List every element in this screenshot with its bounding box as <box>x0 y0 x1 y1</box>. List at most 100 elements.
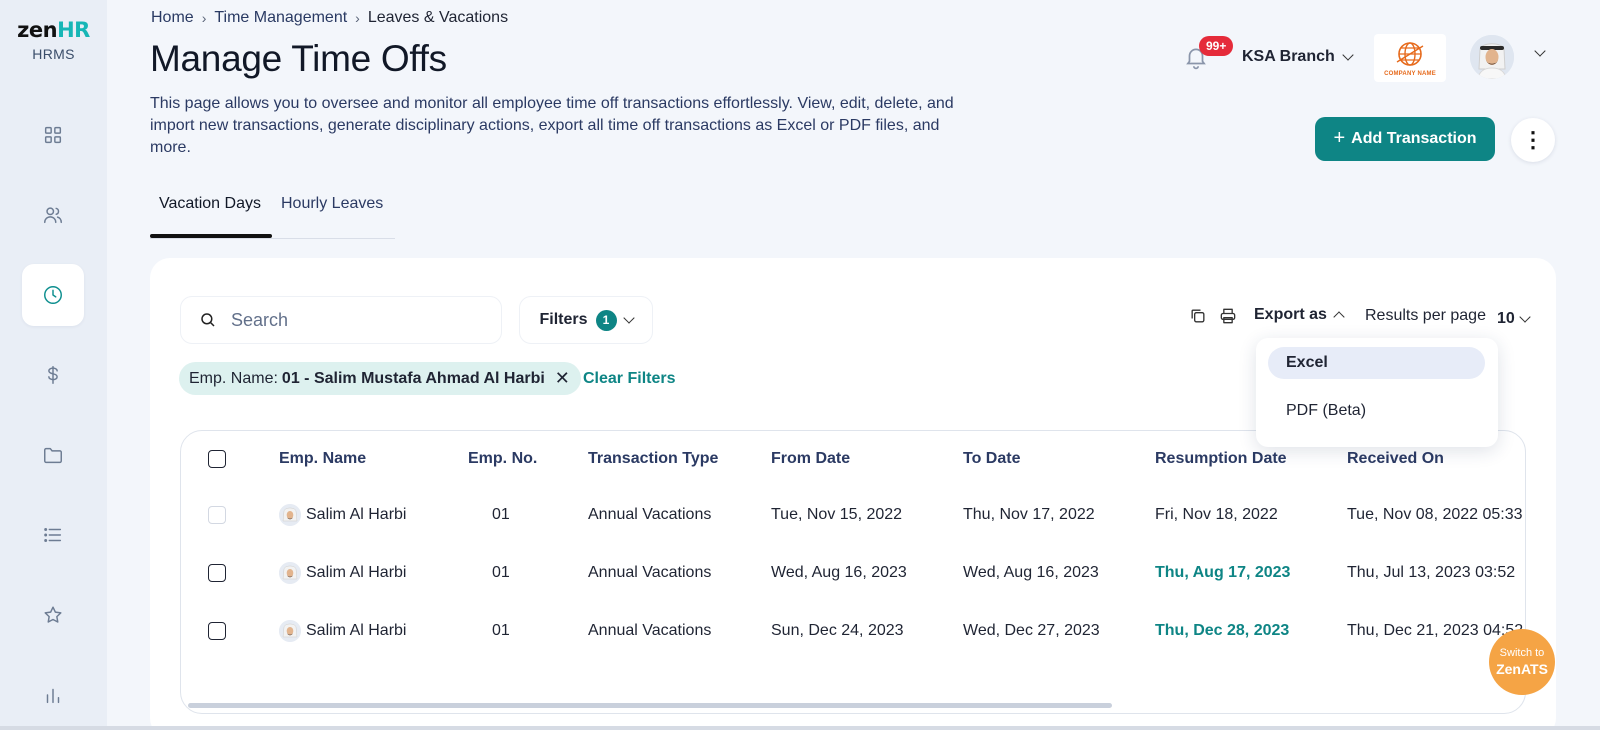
chevron-down-icon <box>622 311 635 324</box>
copy-button[interactable] <box>1188 306 1208 326</box>
results-per-page-select[interactable]: 10 <box>1497 310 1531 328</box>
chevron-down-icon <box>1342 48 1354 61</box>
table-row[interactable]: Salim Al Harbi 01 Annual Vacations Tue, … <box>181 487 1525 543</box>
employee-name[interactable]: Salim Al Harbi <box>306 506 406 524</box>
breadcrumb-current: Leaves & Vacations <box>367 9 509 26</box>
switch-to-zenats-button[interactable]: Switch to ZenATS <box>1489 629 1555 695</box>
employee-avatar <box>279 504 301 526</box>
search-icon <box>201 313 215 327</box>
select-all-checkbox[interactable] <box>208 450 226 468</box>
chevron-right-icon: › <box>355 10 360 26</box>
zenats-label: ZenATS <box>1496 661 1548 677</box>
tab-hourly-leaves[interactable]: Hourly Leaves <box>281 195 383 213</box>
filters-button[interactable]: Filters 1 <box>519 296 653 344</box>
print-button[interactable] <box>1218 306 1238 326</box>
printer-icon <box>1220 308 1236 324</box>
employee-number: 01 <box>492 622 510 639</box>
employee-avatar <box>279 620 301 642</box>
transaction-type: Annual Vacations <box>588 564 712 581</box>
bar-chart-icon <box>46 688 60 704</box>
column-from-date[interactable]: From Date <box>771 450 850 468</box>
to-date: Wed, Dec 27, 2023 <box>963 622 1100 639</box>
sidebar-item-employees[interactable] <box>22 184 84 246</box>
export-excel-option[interactable]: Excel <box>1268 347 1485 379</box>
branch-selector[interactable]: KSA Branch <box>1242 48 1354 66</box>
resumption-date: Thu, Aug 17, 2023 <box>1155 564 1291 581</box>
filters-label: Filters <box>539 311 588 328</box>
table-row[interactable]: Salim Al Harbi 01 Annual Vacations Sun, … <box>181 603 1525 659</box>
sidebar-item-dashboard[interactable] <box>22 104 84 166</box>
received-on: Thu, Dec 21, 2023 04:52 <box>1347 622 1524 639</box>
more-options-button[interactable]: ⋮ <box>1511 118 1555 162</box>
tabs: Vacation Days Hourly Leaves <box>150 195 395 239</box>
tab-vacation-days[interactable]: Vacation Days <box>159 195 261 213</box>
sidebar-item-time-management[interactable] <box>22 264 84 326</box>
employee-number: 01 <box>492 506 510 523</box>
search-box[interactable] <box>180 296 502 344</box>
page-description: This page allows you to oversee and moni… <box>150 95 954 156</box>
company-logo: COMPANY NAME <box>1374 34 1446 82</box>
employee-name[interactable]: Salim Al Harbi <box>306 564 406 582</box>
resumption-date: Thu, Dec 28, 2023 <box>1155 622 1290 639</box>
column-transaction-type[interactable]: Transaction Type <box>588 450 718 468</box>
column-emp-name[interactable]: Emp. Name <box>279 450 366 468</box>
sidebar-item-reports[interactable] <box>22 664 84 726</box>
account-menu-chevron-icon[interactable] <box>1534 45 1546 57</box>
row-checkbox[interactable] <box>208 622 226 640</box>
breadcrumb-home[interactable]: Home <box>151 9 194 27</box>
sidebar-item-lists[interactable] <box>22 504 84 566</box>
transaction-type: Annual Vacations <box>588 622 712 639</box>
search-input[interactable] <box>231 309 481 331</box>
row-checkbox[interactable] <box>208 564 226 582</box>
branch-label: KSA Branch <box>1242 48 1335 65</box>
add-transaction-button[interactable]: + Add Transaction <box>1315 117 1495 161</box>
sidebar-item-payroll[interactable] <box>22 344 84 406</box>
results-per-page-label: Results per page <box>1365 307 1486 324</box>
user-avatar[interactable] <box>1470 35 1514 79</box>
transaction-type: Annual Vacations <box>588 506 712 523</box>
page-title: Manage Time Offs <box>150 38 447 79</box>
export-pdf-option[interactable]: PDF (Beta) <box>1268 395 1485 427</box>
breadcrumb: Home › Time Management › Leaves & Vacati… <box>151 9 508 27</box>
to-date: Thu, Nov 17, 2022 <box>963 506 1095 523</box>
export-as-button[interactable]: Export as <box>1254 306 1345 324</box>
brand-logo[interactable]: zenHR HRMS <box>0 18 107 62</box>
brand-zen: zen <box>17 18 58 42</box>
column-received-on[interactable]: Received On <box>1347 450 1444 468</box>
table-row[interactable]: Salim Al Harbi 01 Annual Vacations Wed, … <box>181 545 1525 601</box>
kebab-icon: ⋮ <box>1522 127 1544 152</box>
star-icon <box>44 606 62 623</box>
clear-filters-link[interactable]: Clear Filters <box>583 370 675 388</box>
grid-icon <box>44 126 62 144</box>
folder-icon <box>44 447 62 464</box>
active-tab-indicator <box>150 234 272 238</box>
page-bottom-edge <box>0 726 1600 730</box>
user-photo <box>1470 35 1514 79</box>
from-date: Wed, Aug 16, 2023 <box>771 564 907 581</box>
column-to-date[interactable]: To Date <box>963 450 1020 468</box>
filters-count-badge: 1 <box>595 309 617 331</box>
breadcrumb-time-management[interactable]: Time Management <box>214 9 347 27</box>
clock-icon <box>44 286 62 304</box>
from-date: Tue, Nov 15, 2022 <box>771 506 903 523</box>
sidebar: zenHR HRMS <box>0 0 107 730</box>
users-icon <box>44 207 62 224</box>
employee-avatar <box>279 562 301 584</box>
employee-name[interactable]: Salim Al Harbi <box>306 622 406 640</box>
column-resumption-date[interactable]: Resumption Date <box>1155 450 1287 468</box>
export-menu: Excel PDF (Beta) <box>1256 338 1498 447</box>
employee-number: 01 <box>492 564 510 581</box>
chevron-up-icon <box>1333 311 1345 323</box>
received-on: Thu, Jul 13, 2023 03:52 <box>1347 564 1516 581</box>
resumption-date: Fri, Nov 18, 2022 <box>1155 506 1278 523</box>
to-date: Wed, Aug 16, 2023 <box>963 564 1099 581</box>
sidebar-item-performance[interactable] <box>22 584 84 646</box>
horizontal-scrollbar[interactable] <box>188 703 1112 708</box>
filter-key: Emp. Name: <box>189 369 278 387</box>
list-icon <box>44 528 62 542</box>
row-checkbox[interactable] <box>208 506 226 524</box>
column-emp-no[interactable]: Emp. No. <box>468 450 537 468</box>
sidebar-item-documents[interactable] <box>22 424 84 486</box>
remove-filter-icon[interactable]: ✕ <box>555 368 570 389</box>
brand-hr: HR <box>57 18 90 42</box>
